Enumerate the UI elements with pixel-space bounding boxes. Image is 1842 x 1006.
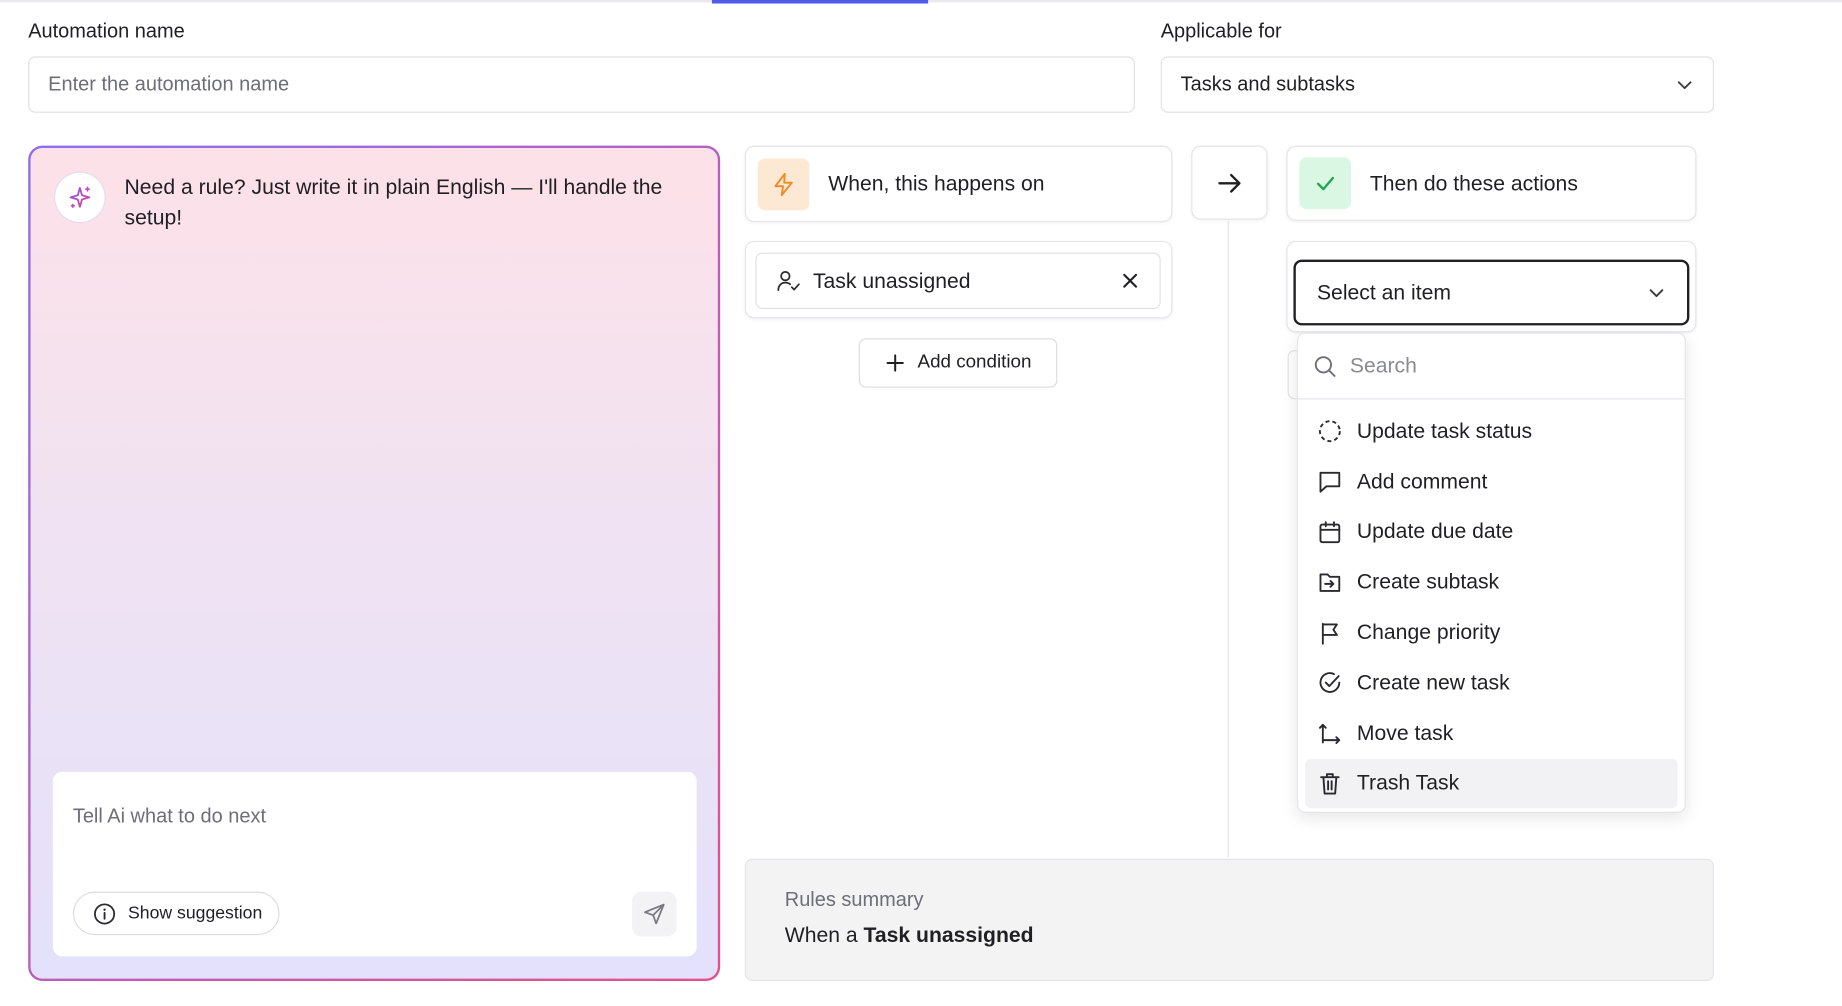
search-icon [1312, 353, 1338, 379]
menu-item-add-comment[interactable]: Add comment [1305, 457, 1677, 507]
check-circle-icon [1317, 670, 1343, 696]
flag-icon [1317, 620, 1343, 646]
menu-item-create-new-task[interactable]: Create new task [1305, 658, 1677, 708]
remove-trigger-button[interactable] [1120, 270, 1141, 291]
applicable-for-value: Tasks and subtasks [1180, 72, 1355, 96]
menu-item-update-task-status[interactable]: Update task status [1305, 406, 1677, 456]
trigger-selection-card: Task unassigned [744, 240, 1173, 319]
plus-icon [885, 352, 906, 373]
automation-name-label: Automation name [28, 19, 185, 43]
menu-item-create-subtask[interactable]: Create subtask [1305, 557, 1677, 607]
actions-header-card: Then do these actions [1286, 145, 1697, 221]
automation-name-placeholder: Enter the automation name [48, 72, 290, 96]
automation-name-input[interactable]: Enter the automation name [28, 56, 1135, 113]
add-condition-label: Add condition [917, 352, 1032, 373]
rules-summary-text: When a Task unassigned [785, 923, 1674, 948]
rules-summary-trigger: Task unassigned [863, 923, 1034, 947]
menu-item-label: Update task status [1356, 419, 1533, 443]
sparkle-icon [54, 171, 106, 224]
menu-item-label: Trash Task [1356, 771, 1460, 795]
comment-icon [1317, 469, 1343, 495]
rules-summary-prefix: When a [784, 923, 858, 947]
show-suggestion-label: Show suggestion [128, 903, 263, 924]
arrow-right-icon [1214, 167, 1245, 198]
active-tab-indicator [711, 0, 929, 4]
show-suggestion-button[interactable]: Show suggestion [72, 891, 280, 936]
action-select[interactable]: Select an item [1293, 259, 1690, 326]
move-icon [1317, 720, 1343, 746]
applicable-for-label: Applicable for [1160, 19, 1282, 43]
action-select-placeholder: Select an item [1316, 280, 1451, 304]
ai-message: Need a rule? Just write it in plain Engl… [124, 175, 663, 230]
trigger-header-card: When, this happens on [744, 145, 1173, 223]
checkmark-icon [1299, 157, 1352, 210]
menu-item-move-task[interactable]: Move task [1305, 708, 1677, 758]
ai-assistant-panel: Need a rule? Just write it in plain Engl… [28, 145, 721, 981]
menu-item-label: Update due date [1356, 519, 1514, 544]
trigger-chip[interactable]: Task unassigned [755, 252, 1161, 309]
action-dropdown-menu: Search Update task status Add comment Up… [1296, 332, 1686, 815]
send-icon [641, 901, 667, 927]
ai-prompt-box[interactable]: Tell Ai what to do next Show suggestion [52, 771, 697, 957]
menu-item-update-due-date[interactable]: Update due date [1305, 507, 1677, 557]
menu-item-label: Create subtask [1356, 570, 1500, 594]
lightning-icon [757, 158, 810, 210]
trigger-chip-label: Task unassigned [812, 268, 971, 292]
menu-item-label: Add comment [1356, 469, 1488, 494]
trash-icon [1317, 771, 1343, 797]
menu-item-label: Move task [1356, 720, 1454, 745]
dropdown-list: Update task status Add comment Update du… [1298, 399, 1685, 815]
rules-summary: Rules summary When a Task unassigned [744, 858, 1715, 981]
flow-connector-line [1227, 220, 1229, 858]
menu-item-trash-task[interactable]: Trash Task [1305, 758, 1678, 809]
rules-summary-title: Rules summary [784, 888, 924, 911]
send-button[interactable] [632, 891, 677, 937]
menu-item-change-priority[interactable]: Change priority [1305, 608, 1677, 658]
menu-item-label: Change priority [1356, 620, 1501, 644]
subtask-icon [1317, 570, 1343, 596]
add-condition-button[interactable]: Add condition [858, 338, 1058, 388]
dashed-circle-icon [1317, 419, 1343, 445]
chevron-down-icon [1647, 283, 1666, 302]
close-icon [1123, 273, 1138, 288]
menu-item-label: Create new task [1356, 670, 1510, 695]
search-placeholder: Search [1349, 353, 1417, 378]
info-icon [93, 902, 116, 925]
ai-prompt-placeholder: Tell Ai what to do next [72, 804, 267, 828]
flow-arrow-card [1191, 145, 1268, 220]
dropdown-search-input[interactable]: Search [1298, 334, 1685, 400]
applicable-for-select[interactable]: Tasks and subtasks [1160, 56, 1715, 113]
trigger-header-title: When, this happens on [828, 171, 1045, 196]
calendar-icon [1317, 519, 1343, 545]
chevron-down-icon [1675, 75, 1694, 94]
actions-header-title: Then do these actions [1369, 170, 1578, 195]
user-check-icon [775, 268, 801, 294]
